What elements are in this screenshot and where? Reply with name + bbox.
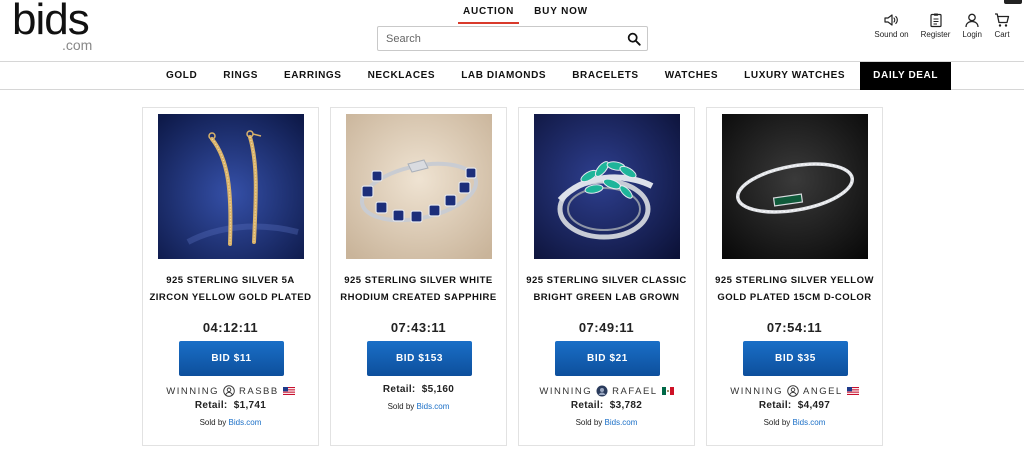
seller-link[interactable]: Bids.com: [229, 418, 262, 427]
seller-link[interactable]: Bids.com: [417, 402, 450, 411]
sold-by: Sold by Bids.com: [143, 418, 318, 427]
us-flag-icon: [846, 387, 859, 395]
retail-value: $5,160: [421, 384, 455, 395]
product-card: 925 STERLING SILVER WHITE RHODIUM CREATE…: [330, 107, 507, 446]
search-box: [377, 26, 648, 51]
sold-by: Sold by Bids.com: [331, 402, 506, 411]
product-title[interactable]: 925 STERLING SILVER CLASSIC BRIGHT GREEN…: [525, 272, 688, 306]
cart-label: Cart: [994, 30, 1010, 39]
retail-price: Retail: $4,497: [707, 400, 882, 411]
seller-link[interactable]: Bids.com: [793, 418, 826, 427]
product-grid: 925 STERLING SILVER 5A ZIRCON YELLOW GOL…: [142, 107, 883, 446]
winning-bidder: WINNING RAFAEL: [519, 384, 694, 398]
search-input[interactable]: [378, 27, 618, 50]
product-card: 925 STERLING SILVER YELLOW GOLD PLATED 1…: [706, 107, 883, 446]
winning-bidder: WINNING RASBB: [143, 384, 318, 398]
clipboard-icon: [929, 13, 942, 28]
mx-flag-icon: [661, 387, 674, 395]
corner-tab: [1004, 0, 1022, 4]
category-gold[interactable]: GOLD: [153, 62, 210, 90]
cart-button[interactable]: Cart: [994, 12, 1010, 39]
mode-tabs: AUCTION BUY NOW: [458, 6, 593, 26]
site-header: bids .com AUCTION BUY NOW Sound on: [0, 0, 1024, 62]
seller-link[interactable]: Bids.com: [605, 418, 638, 427]
winning-bidder: WINNING ANGEL: [707, 384, 882, 398]
sound-label: Sound on: [874, 30, 909, 39]
speaker-icon: [884, 14, 899, 26]
countdown-timer: 07:43:11: [390, 320, 447, 335]
tab-auction[interactable]: AUCTION: [458, 6, 520, 24]
search-icon[interactable]: [627, 32, 641, 46]
gold-moon-earrings-image[interactable]: [158, 114, 304, 259]
category-earrings[interactable]: EARRINGS: [271, 62, 355, 90]
tab-buy-now[interactable]: BUY NOW: [529, 6, 593, 24]
header-utilities: Sound on Register Login Cart: [874, 12, 1010, 39]
bid-button[interactable]: BID $11: [179, 341, 284, 376]
retail-value: $1,741: [233, 400, 267, 411]
user-icon: [965, 13, 979, 28]
retail-price: Retail: $3,782: [519, 400, 694, 411]
logo-sub-text: .com: [62, 37, 93, 53]
winner-name: ANGEL: [803, 385, 843, 397]
winner-name: RASBB: [239, 385, 279, 397]
retail-label: Retail:: [758, 400, 792, 411]
us-flag-icon: [282, 387, 295, 395]
countdown-timer: 07:54:11: [766, 320, 823, 335]
countdown-timer: 07:49:11: [578, 320, 635, 335]
retail-label: Retail:: [382, 384, 416, 395]
bid-button[interactable]: BID $21: [555, 341, 660, 376]
tennis-bracelet-image[interactable]: [722, 114, 868, 259]
register-label: Register: [920, 30, 951, 39]
category-lab-diamonds[interactable]: LAB DIAMONDS: [448, 62, 559, 90]
product-title[interactable]: 925 STERLING SILVER WHITE RHODIUM CREATE…: [337, 272, 500, 306]
winner-avatar-icon: [787, 385, 799, 397]
login-button[interactable]: Login: [962, 12, 982, 39]
login-label: Login: [962, 30, 982, 39]
bids-logo[interactable]: bids .com: [12, 0, 102, 56]
category-list: GOLD RINGS EARRINGS NECKLACES LAB DIAMON…: [153, 62, 952, 90]
winner-name: RAFAEL: [612, 385, 658, 397]
product-title[interactable]: 925 STERLING SILVER 5A ZIRCON YELLOW GOL…: [149, 272, 312, 306]
sold-by-prefix: Sold by: [199, 418, 227, 427]
winner-avatar-icon: [223, 385, 235, 397]
bid-button[interactable]: BID $35: [743, 341, 848, 376]
retail-value: $4,497: [797, 400, 831, 411]
sound-toggle-button[interactable]: Sound on: [874, 12, 909, 39]
category-watches[interactable]: WATCHES: [652, 62, 731, 90]
sold-by-prefix: Sold by: [387, 402, 415, 411]
winning-prefix: WINNING: [539, 385, 593, 397]
sold-by-prefix: Sold by: [575, 418, 603, 427]
retail-price: Retail: $1,741: [143, 400, 318, 411]
logo-main-text: bids: [12, 0, 90, 44]
bid-button[interactable]: BID $153: [367, 341, 472, 376]
winning-prefix: WINNING: [730, 385, 783, 397]
product-title[interactable]: 925 STERLING SILVER YELLOW GOLD PLATED 1…: [713, 272, 876, 306]
category-daily-deal[interactable]: DAILY DEAL: [860, 62, 952, 90]
countdown-timer: 04:12:11: [202, 320, 259, 335]
winner-avatar-icon: [596, 385, 608, 397]
category-luxury-watches[interactable]: LUXURY WATCHES: [731, 62, 858, 90]
sapphire-bracelet-image[interactable]: [346, 114, 492, 259]
sold-by-prefix: Sold by: [763, 418, 791, 427]
retail-value: $3,782: [609, 400, 643, 411]
register-button[interactable]: Register: [920, 12, 951, 39]
sold-by: Sold by Bids.com: [707, 418, 882, 427]
category-nav: GOLD RINGS EARRINGS NECKLACES LAB DIAMON…: [0, 62, 1024, 90]
retail-label: Retail:: [570, 400, 604, 411]
winning-prefix: WINNING: [166, 385, 219, 397]
sold-by: Sold by Bids.com: [519, 418, 694, 427]
retail-label: Retail:: [194, 400, 228, 411]
product-card: 925 STERLING SILVER CLASSIC BRIGHT GREEN…: [518, 107, 695, 446]
category-bracelets[interactable]: BRACELETS: [559, 62, 652, 90]
cart-icon: [995, 13, 1010, 27]
product-card: 925 STERLING SILVER 5A ZIRCON YELLOW GOL…: [142, 107, 319, 446]
category-necklaces[interactable]: NECKLACES: [355, 62, 449, 90]
green-stone-ring-image[interactable]: [534, 114, 680, 259]
category-rings[interactable]: RINGS: [210, 62, 271, 90]
retail-price: Retail: $5,160: [331, 384, 506, 395]
